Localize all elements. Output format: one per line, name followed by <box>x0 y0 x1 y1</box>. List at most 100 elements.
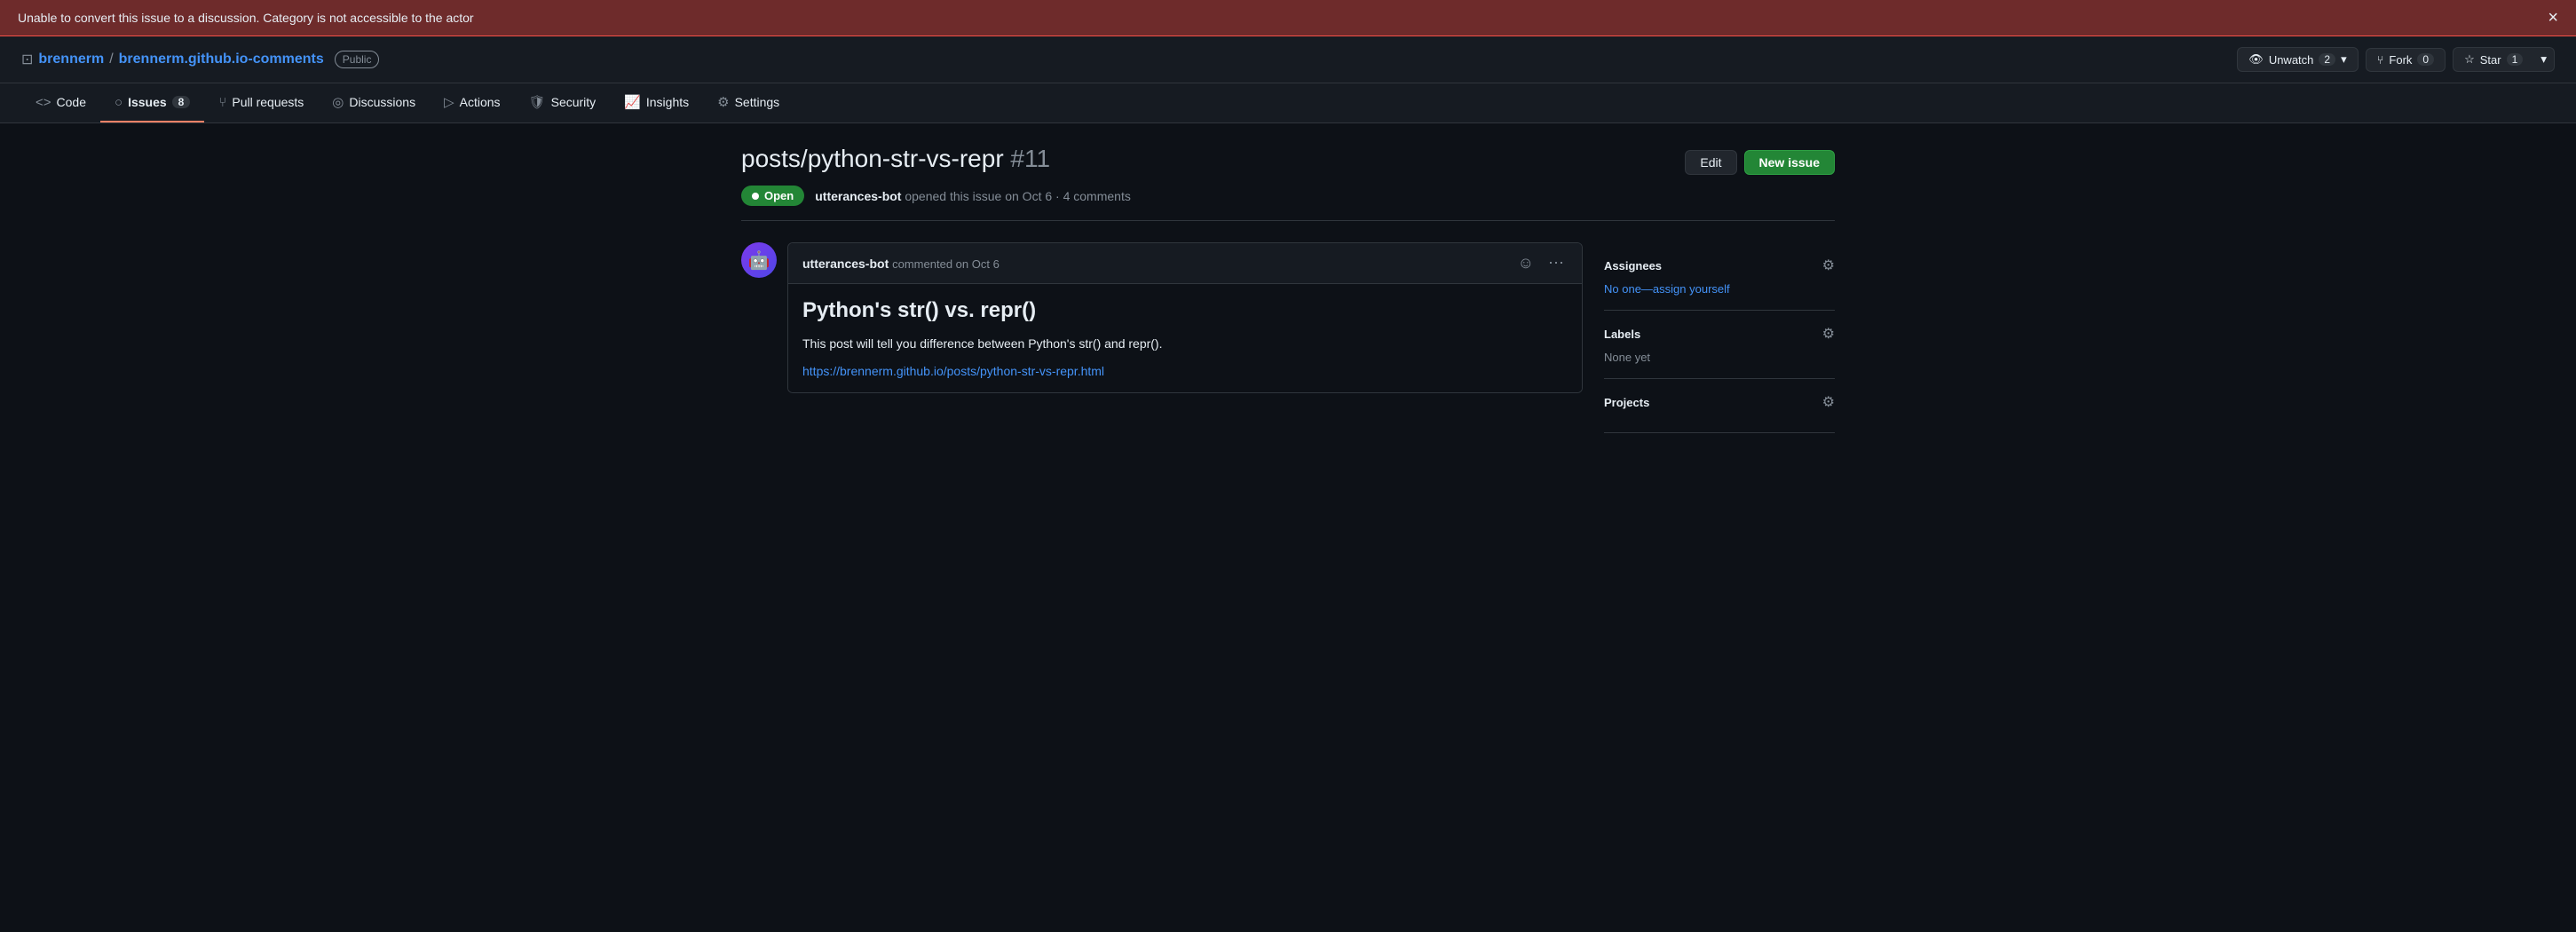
tab-issues-label: Issues <box>128 95 167 109</box>
main-content: 🤖 utterances-bot commented on Oct 6 ☺ <box>741 242 1583 433</box>
new-issue-button[interactable]: New issue <box>1744 150 1835 175</box>
discussions-icon: ◎ <box>332 94 344 110</box>
open-dot <box>752 193 759 200</box>
open-badge: Open <box>741 186 804 206</box>
repo-icon: ⊡ <box>21 51 33 68</box>
comment-body: Python's str() vs. repr() This post will… <box>788 284 1582 392</box>
security-icon: 🛡 <box>529 94 546 110</box>
issues-count-badge: 8 <box>172 96 191 108</box>
tab-security[interactable]: 🛡 Security <box>515 83 611 122</box>
tab-pull-requests-label: Pull requests <box>232 95 304 109</box>
tab-settings[interactable]: ⚙ Settings <box>703 83 794 122</box>
tab-actions[interactable]: ▷ Actions <box>430 83 514 122</box>
assignees-header: Assignees ⚙ <box>1604 257 1835 274</box>
comment-author-link[interactable]: utterances-bot <box>802 257 889 271</box>
comment-actions: ☺ ⋯ <box>1514 252 1568 274</box>
error-close-button[interactable]: × <box>2548 9 2558 27</box>
labels-gear-button[interactable]: ⚙ <box>1822 325 1835 343</box>
issue-number: #11 <box>1010 145 1050 172</box>
code-icon: <> <box>36 95 51 110</box>
unwatch-label: Unwatch <box>2269 53 2314 67</box>
tab-settings-label: Settings <box>735 95 780 109</box>
emoji-button[interactable]: ☺ <box>1514 252 1537 274</box>
comment-header: utterances-bot commented on Oct 6 ☺ ⋯ <box>788 243 1582 284</box>
fork-button[interactable]: ⑂ Fork 0 <box>2366 48 2446 72</box>
open-label: Open <box>764 189 794 202</box>
projects-section: Projects ⚙ <box>1604 379 1835 433</box>
comment-wrapper: 🤖 utterances-bot commented on Oct 6 ☺ <box>741 242 1583 393</box>
actions-icon: ▷ <box>444 94 454 110</box>
comment-box: utterances-bot commented on Oct 6 ☺ ⋯ <box>787 242 1583 393</box>
visibility-badge: Public <box>335 51 380 68</box>
repo-actions: 👁 Unwatch 2 ▾ ⑂ Fork 0 ☆ Star 1 ▾ <box>2237 47 2555 72</box>
error-message: Unable to convert this issue to a discus… <box>18 11 474 25</box>
eye-icon: 👁 <box>2248 52 2264 67</box>
repo-owner-link[interactable]: brennerm <box>38 51 104 67</box>
content-layout: 🤖 utterances-bot commented on Oct 6 ☺ <box>741 242 1835 433</box>
star-split-button[interactable]: ▾ <box>2533 47 2555 72</box>
issue-title: posts/python-str-vs-repr #11 <box>741 145 1050 173</box>
issue-separator: · <box>1055 189 1063 203</box>
comment-text: This post will tell you difference betwe… <box>802 334 1568 353</box>
tab-code-label: Code <box>57 95 86 109</box>
comment-title: Python's str() vs. repr() <box>802 298 1568 323</box>
insights-icon: 📈 <box>624 94 641 110</box>
tab-discussions[interactable]: ◎ Discussions <box>318 83 430 122</box>
main-container: posts/python-str-vs-repr #11 Edit New is… <box>720 123 1856 454</box>
star-icon: ☆ <box>2464 52 2475 67</box>
tab-insights-label: Insights <box>646 95 689 109</box>
issue-meta: Open utterances-bot opened this issue on… <box>741 186 1835 221</box>
fork-count: 0 <box>2417 53 2434 66</box>
issue-title-buttons: Edit New issue <box>1685 150 1835 175</box>
tab-security-label: Security <box>551 95 597 109</box>
repo-title: ⊡ brennerm / brennerm.github.io-comments… <box>21 51 379 68</box>
tab-pull-requests[interactable]: ⑂ Pull requests <box>204 83 318 122</box>
settings-icon: ⚙ <box>717 94 729 110</box>
comment-link[interactable]: https://brennerm.github.io/posts/python-… <box>802 364 1104 378</box>
labels-title: Labels <box>1604 328 1640 341</box>
chevron-down-icon: ▾ <box>2540 52 2547 66</box>
assignees-gear-button[interactable]: ⚙ <box>1822 257 1835 274</box>
projects-gear-button[interactable]: ⚙ <box>1822 393 1835 411</box>
issue-comments-count: 4 comments <box>1063 189 1131 203</box>
issues-icon: ○ <box>115 95 122 110</box>
chevron-down-icon: ▾ <box>2341 52 2347 67</box>
issue-opened-text: opened this issue on Oct 6 <box>905 189 1052 203</box>
projects-header: Projects ⚙ <box>1604 393 1835 411</box>
comment-meta: utterances-bot commented on Oct 6 <box>802 257 1000 271</box>
labels-section: Labels ⚙ None yet <box>1604 311 1835 379</box>
star-label: Star <box>2480 53 2501 67</box>
pull-request-icon: ⑂ <box>218 95 226 110</box>
tab-insights[interactable]: 📈 Insights <box>610 83 703 122</box>
issue-author-link[interactable]: utterances-bot <box>815 189 901 203</box>
repo-header: ⊡ brennerm / brennerm.github.io-comments… <box>0 36 2576 83</box>
sidebar: Assignees ⚙ No one—assign yourself Label… <box>1604 242 1835 433</box>
issue-meta-text: utterances-bot opened this issue on Oct … <box>815 189 1131 203</box>
unwatch-count: 2 <box>2319 53 2335 66</box>
star-count: 1 <box>2507 53 2524 66</box>
issue-title-row: posts/python-str-vs-repr #11 Edit New is… <box>741 145 1835 175</box>
labels-header: Labels ⚙ <box>1604 325 1835 343</box>
assignees-section: Assignees ⚙ No one—assign yourself <box>1604 242 1835 311</box>
star-button[interactable]: ☆ Star 1 <box>2453 47 2533 72</box>
tab-issues[interactable]: ○ Issues 8 <box>100 83 204 122</box>
unwatch-button[interactable]: 👁 Unwatch 2 ▾ <box>2237 47 2358 72</box>
tab-code[interactable]: <> Code <box>21 83 100 122</box>
more-options-button[interactable]: ⋯ <box>1545 252 1568 274</box>
repo-separator: / <box>109 51 113 67</box>
projects-title: Projects <box>1604 396 1649 409</box>
error-banner: Unable to convert this issue to a discus… <box>0 0 2576 36</box>
edit-button[interactable]: Edit <box>1685 150 1736 175</box>
tab-actions-label: Actions <box>460 95 501 109</box>
avatar: 🤖 <box>741 242 777 278</box>
star-button-group: ☆ Star 1 ▾ <box>2453 47 2555 72</box>
repo-nav: <> Code ○ Issues 8 ⑂ Pull requests ◎ Dis… <box>0 83 2576 123</box>
fork-label: Fork <box>2389 53 2412 67</box>
repo-name-link[interactable]: brennerm.github.io-comments <box>119 51 324 67</box>
fork-icon: ⑂ <box>2377 53 2384 67</box>
assignees-title: Assignees <box>1604 259 1662 272</box>
tab-discussions-label: Discussions <box>349 95 415 109</box>
comment-action: commented on Oct 6 <box>892 257 1000 271</box>
labels-value: None yet <box>1604 351 1650 364</box>
assign-yourself-link[interactable]: No one—assign yourself <box>1604 282 1730 296</box>
